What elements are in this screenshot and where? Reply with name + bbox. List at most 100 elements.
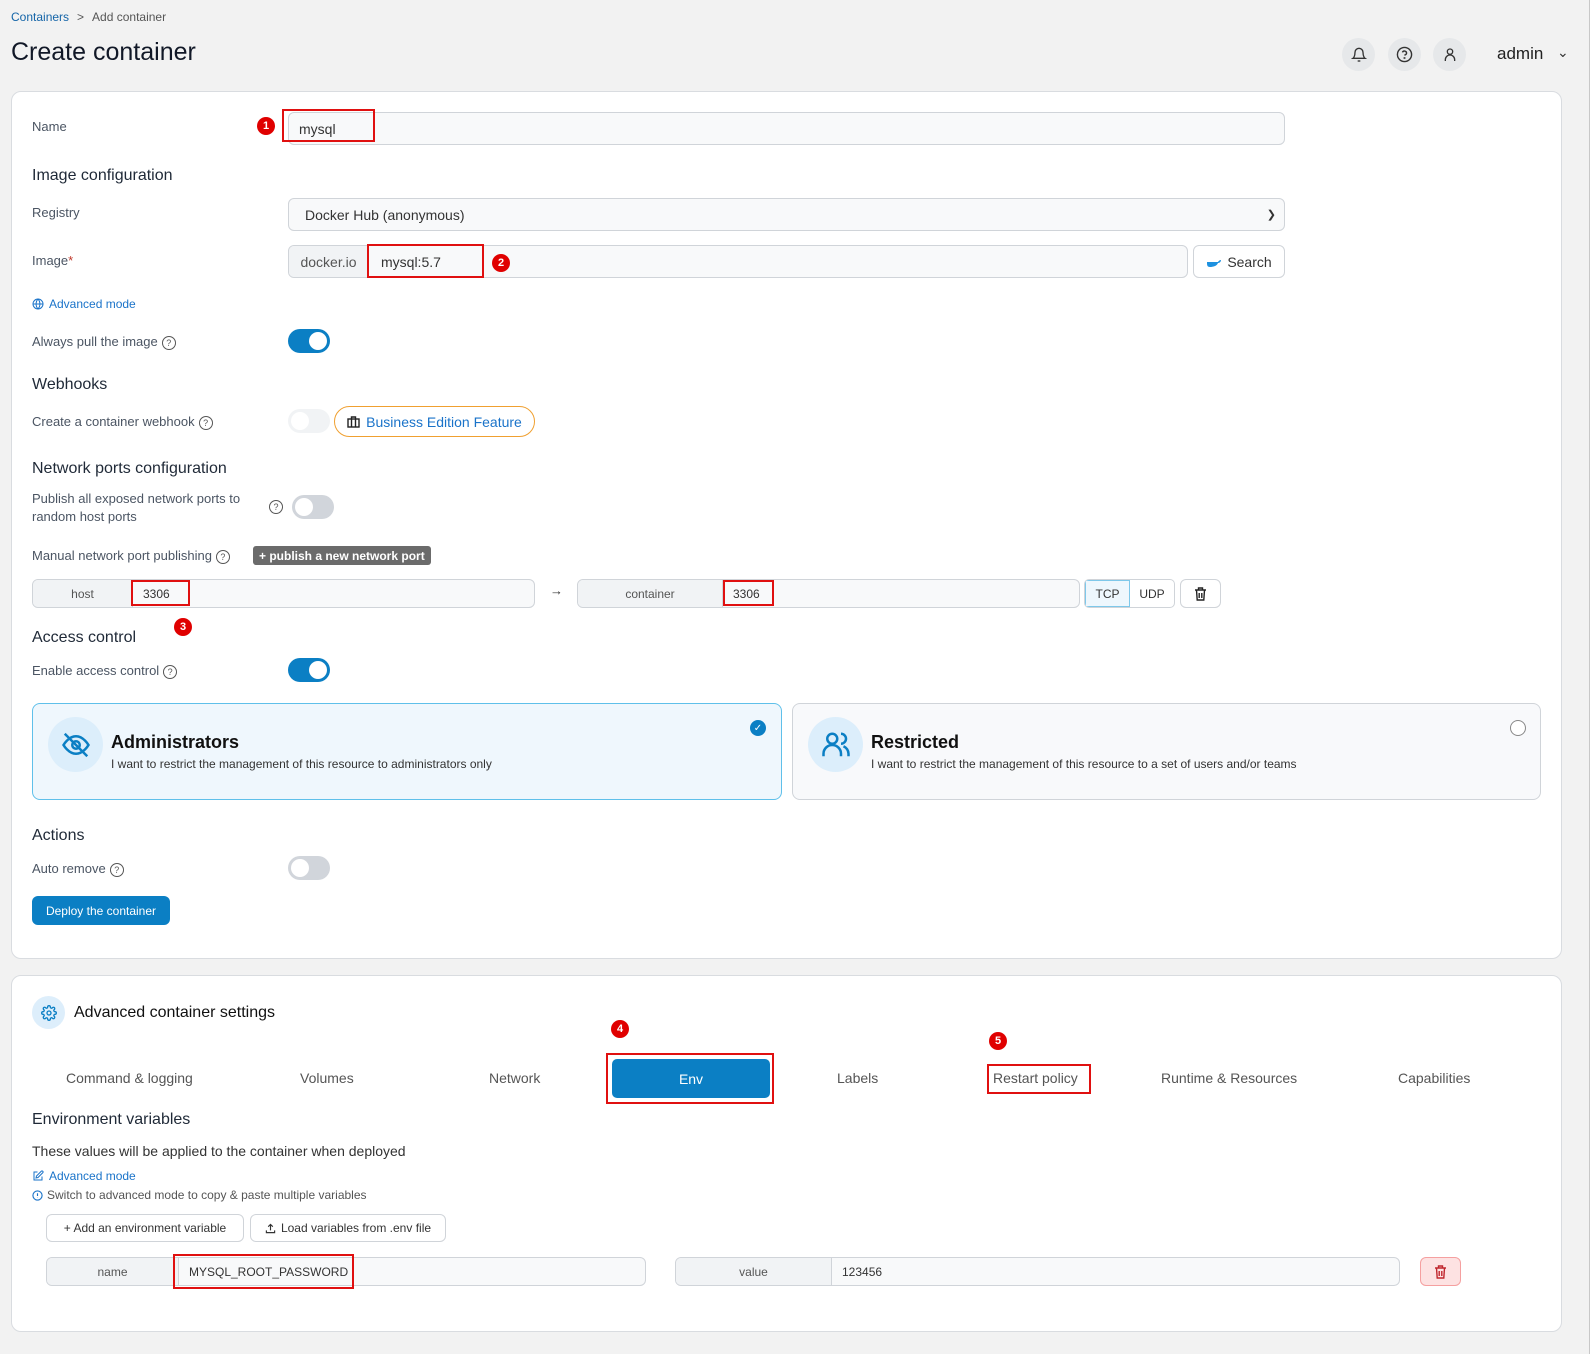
tab-capabilities[interactable]: Capabilities bbox=[1398, 1070, 1470, 1086]
tab-volumes[interactable]: Volumes bbox=[300, 1070, 354, 1086]
access-control-heading: Access control bbox=[32, 629, 137, 646]
host-port-input[interactable]: host 3306 bbox=[32, 579, 535, 608]
business-edition-badge[interactable]: Business Edition Feature bbox=[334, 406, 535, 437]
radio-unselected-icon[interactable] bbox=[1510, 720, 1526, 736]
trash-icon bbox=[1435, 1264, 1446, 1279]
container-label: container bbox=[578, 580, 723, 607]
gear-icon bbox=[40, 1004, 57, 1021]
user-menu-avatar[interactable] bbox=[1433, 38, 1466, 71]
publish-new-port-button[interactable]: + publish a new network port bbox=[253, 546, 431, 565]
access-control-toggle[interactable] bbox=[288, 658, 330, 682]
name-label: Name bbox=[32, 119, 67, 134]
help-icon: ? bbox=[161, 335, 176, 350]
eye-off-icon bbox=[61, 732, 90, 757]
auto-remove-label: Auto remove? bbox=[32, 861, 124, 877]
protocol-tcp-button[interactable]: TCP bbox=[1085, 580, 1130, 607]
access-option-desc: I want to restrict the management of thi… bbox=[871, 757, 1297, 771]
env-value-value: 123456 bbox=[842, 1264, 883, 1279]
image-label: Image* bbox=[32, 253, 74, 268]
tab-command-logging[interactable]: Command & logging bbox=[66, 1070, 193, 1086]
name-input[interactable]: mysql bbox=[288, 112, 1285, 145]
info-icon bbox=[32, 1189, 43, 1201]
always-pull-label: Always pull the image? bbox=[32, 334, 176, 350]
add-env-variable-button[interactable]: + Add an environment variable bbox=[46, 1214, 244, 1242]
help-icon: ? bbox=[269, 500, 283, 514]
settings-icon-wrap bbox=[32, 996, 65, 1029]
publish-all-label: Publish all exposed network ports to ran… bbox=[32, 491, 241, 524]
help-icon: ? bbox=[163, 664, 178, 679]
annotation-box-image bbox=[367, 244, 484, 278]
load-env-file-button[interactable]: Load variables from .env file bbox=[250, 1214, 446, 1242]
protocol-toggle-group: TCP UDP bbox=[1084, 579, 1175, 608]
access-option-title: Restricted bbox=[871, 732, 960, 752]
access-option-restricted[interactable]: Restricted I want to restrict the manage… bbox=[792, 703, 1541, 800]
webhooks-heading: Webhooks bbox=[32, 376, 108, 393]
globe-icon bbox=[32, 298, 44, 310]
arrow-right-icon: → bbox=[550, 583, 563, 598]
help-icon: ? bbox=[215, 549, 230, 564]
user-icon bbox=[1444, 47, 1455, 61]
env-vars-description: These values will be applied to the cont… bbox=[32, 1143, 406, 1159]
advanced-settings-title: Advanced container settings bbox=[74, 1004, 276, 1021]
env-value-input[interactable]: value 123456 bbox=[675, 1257, 1400, 1286]
publish-all-toggle[interactable] bbox=[292, 495, 334, 519]
help-icon bbox=[1396, 46, 1413, 63]
breadcrumb-containers-link[interactable]: Containers bbox=[11, 10, 69, 24]
search-image-button[interactable]: Search bbox=[1193, 245, 1285, 278]
annotation-box-container-port bbox=[723, 580, 774, 606]
annotation-box-restart-tab bbox=[987, 1064, 1091, 1094]
registry-label: Registry bbox=[32, 205, 80, 220]
webhook-label: Create a container webhook? bbox=[32, 414, 213, 430]
network-ports-heading: Network ports configuration bbox=[32, 460, 227, 477]
upload-icon bbox=[265, 1223, 276, 1233]
container-port-input[interactable]: container 3306 bbox=[577, 579, 1080, 608]
registry-select[interactable]: Docker Hub (anonymous) ❯ bbox=[288, 198, 1285, 231]
access-option-administrators[interactable]: Administrators I want to restrict the ma… bbox=[32, 703, 782, 800]
help-icon: ? bbox=[109, 862, 124, 877]
breadcrumb-separator: > bbox=[77, 10, 85, 24]
env-value-label: value bbox=[676, 1258, 832, 1285]
image-advanced-mode-link[interactable]: Advanced mode bbox=[32, 297, 136, 311]
deploy-container-button[interactable]: Deploy the container bbox=[32, 896, 170, 925]
env-name-label: name bbox=[47, 1258, 179, 1285]
env-vars-heading: Environment variables bbox=[32, 1111, 191, 1128]
users-icon bbox=[821, 732, 850, 756]
eye-off-icon-wrap bbox=[48, 717, 103, 772]
env-hint: Switch to advanced mode to copy & paste … bbox=[32, 1188, 367, 1202]
env-advanced-mode-link[interactable]: Advanced mode bbox=[32, 1169, 136, 1183]
annotation-box-env-tab bbox=[606, 1053, 774, 1104]
actions-heading: Actions bbox=[32, 827, 85, 844]
briefcase-icon bbox=[347, 415, 360, 428]
annotation-3: 3 bbox=[174, 618, 192, 636]
tab-runtime-resources[interactable]: Runtime & Resources bbox=[1161, 1070, 1297, 1086]
user-name[interactable]: admin bbox=[1497, 44, 1543, 64]
annotation-box-env-name bbox=[173, 1254, 354, 1289]
help-button[interactable] bbox=[1388, 38, 1421, 71]
users-icon-wrap bbox=[808, 717, 863, 772]
notifications-button[interactable] bbox=[1342, 38, 1375, 71]
search-button-label: Search bbox=[1227, 253, 1272, 270]
checkmark-icon: ✓ bbox=[750, 720, 766, 736]
access-control-label: Enable access control? bbox=[32, 663, 178, 679]
annotation-box-host-port bbox=[131, 580, 190, 606]
webhook-toggle[interactable] bbox=[288, 409, 330, 433]
chevron-down-icon[interactable]: ⌄ bbox=[1557, 44, 1569, 61]
always-pull-toggle[interactable] bbox=[288, 329, 330, 353]
protocol-udp-button[interactable]: UDP bbox=[1130, 580, 1174, 607]
annotation-5: 5 bbox=[989, 1032, 1007, 1050]
remove-port-button[interactable] bbox=[1180, 579, 1221, 608]
host-label: host bbox=[33, 580, 133, 607]
docker-whale-icon bbox=[1207, 259, 1222, 267]
remove-env-variable-button[interactable] bbox=[1420, 1257, 1461, 1286]
annotation-1: 1 bbox=[257, 117, 275, 135]
annotation-2: 2 bbox=[492, 254, 510, 272]
page-title: Create container bbox=[11, 38, 196, 66]
tab-labels[interactable]: Labels bbox=[837, 1070, 878, 1086]
edit-icon bbox=[33, 1170, 44, 1181]
image-registry-prefix: docker.io bbox=[289, 246, 369, 277]
annotation-4: 4 bbox=[611, 1020, 629, 1038]
auto-remove-toggle[interactable] bbox=[288, 856, 330, 880]
help-icon: ? bbox=[198, 415, 213, 430]
registry-value: Docker Hub (anonymous) bbox=[305, 206, 465, 223]
tab-network[interactable]: Network bbox=[489, 1070, 540, 1086]
